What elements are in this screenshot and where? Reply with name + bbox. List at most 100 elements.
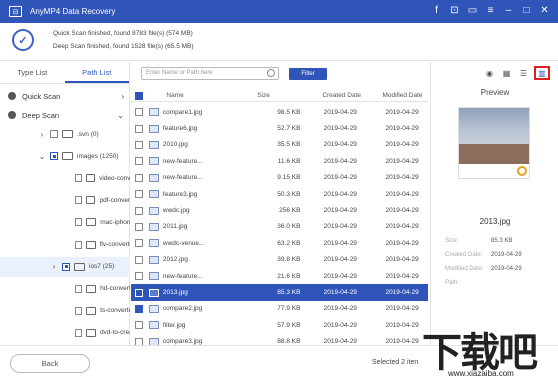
tree-folder-item[interactable]: mac-iphone xyxy=(0,212,130,232)
row-checkbox[interactable] xyxy=(134,140,143,149)
meta-created-label: Created Date: xyxy=(445,252,483,258)
chevron-right-icon[interactable]: › xyxy=(50,262,58,271)
row-checkbox[interactable] xyxy=(134,108,143,117)
quick-scan-row[interactable]: Quick Scan › xyxy=(0,86,130,106)
menu-icon[interactable]: ≡ xyxy=(483,4,498,18)
maximize-icon[interactable]: □ xyxy=(519,4,534,18)
close-icon[interactable]: ✕ xyxy=(537,4,552,18)
folder-icon xyxy=(86,328,96,337)
file-name: new-feature... xyxy=(162,174,203,182)
tree-folder-item[interactable]: dvd-to-creat xyxy=(0,323,130,343)
minimize-icon[interactable]: – xyxy=(501,4,516,18)
tree-folder-item[interactable]: hd-converte xyxy=(0,279,130,299)
tree-folder-item[interactable]: › .svn (0) xyxy=(0,124,130,144)
row-checkbox[interactable] xyxy=(134,157,143,166)
preview-view-icon[interactable]: ▥ xyxy=(534,66,550,80)
tab-type-list[interactable]: Type List xyxy=(0,62,65,83)
file-modified-date: 2019-04-29 xyxy=(385,157,419,165)
table-row[interactable]: 2012.jpg 39.8 KB 2019-04-29 2019-04-29 xyxy=(131,252,428,268)
zoom-icon[interactable] xyxy=(517,166,527,176)
watermark-url: www.xiazaiba.com xyxy=(448,369,514,378)
filter-button[interactable]: Filter xyxy=(289,68,327,80)
file-name: compare2.jpg xyxy=(162,305,203,313)
folder-checkbox[interactable] xyxy=(50,130,58,138)
folder-checkbox[interactable] xyxy=(74,240,82,249)
folder-checkbox[interactable] xyxy=(74,328,83,337)
header-created-date[interactable]: Created Date xyxy=(306,92,377,99)
file-size: 85.3 KB xyxy=(277,289,301,297)
folder-checkbox[interactable] xyxy=(74,174,82,183)
tree-folder-item[interactable]: ⌄ images (1250) xyxy=(0,146,130,166)
table-row[interactable]: feature6.jpg 52.7 KB 2019-04-29 2019-04-29 xyxy=(131,120,428,136)
search-icon[interactable] xyxy=(267,69,275,77)
row-checkbox[interactable] xyxy=(134,255,143,264)
list-view-icon[interactable]: ☰ xyxy=(517,67,530,79)
row-checkbox[interactable] xyxy=(134,206,143,215)
row-checkbox[interactable] xyxy=(134,272,143,281)
file-created-date: 2019-04-29 xyxy=(323,141,357,149)
file-created-date: 2019-04-29 xyxy=(323,272,357,280)
row-checkbox[interactable] xyxy=(134,321,143,330)
eye-icon[interactable]: ◉ xyxy=(483,67,496,79)
table-row[interactable]: compare1.jpg 98.5 KB 2019-04-29 2019-04-29 xyxy=(131,104,428,120)
tree-folder-item[interactable]: video-conver xyxy=(0,168,130,188)
tree-folder-item[interactable]: pdf-converte xyxy=(0,190,130,210)
folder-checkbox[interactable] xyxy=(50,152,58,161)
image-file-icon xyxy=(148,108,159,117)
file-created-date: 2019-04-29 xyxy=(323,207,357,215)
folder-checkbox[interactable] xyxy=(75,218,83,227)
row-checkbox[interactable] xyxy=(134,173,143,182)
file-name: 2012.jpg xyxy=(162,256,188,264)
chevron-down-icon[interactable]: ⌄ xyxy=(38,152,46,161)
row-checkbox[interactable] xyxy=(134,190,143,199)
back-button[interactable]: Back xyxy=(10,354,90,373)
tab-path-list[interactable]: Path List xyxy=(64,62,129,83)
file-size: 52.7 KB xyxy=(277,125,301,133)
row-checkbox[interactable] xyxy=(134,304,143,313)
folder-checkbox[interactable] xyxy=(74,306,83,315)
table-row[interactable]: new-feature... 21.6 KB 2019-04-29 2019-04-2… xyxy=(131,268,428,284)
grid-view-icon[interactable]: ▦ xyxy=(500,67,513,79)
chevron-right-icon[interactable]: › xyxy=(38,130,46,139)
header-size[interactable]: Size xyxy=(229,92,306,99)
table-row[interactable]: new-feature... 9.15 KB 2019-04-29 2019-04-2… xyxy=(131,170,428,186)
table-row[interactable]: 2010.jpg 35.5 KB 2019-04-29 2019-04-29 xyxy=(131,137,428,153)
search-input[interactable]: Enter Name or Path here xyxy=(141,67,279,80)
feedback-icon[interactable]: ⊡ xyxy=(447,4,462,18)
table-row[interactable]: wwdc-venue... 63.2 KB 2019-04-29 2019-04-29 xyxy=(131,235,428,251)
tree-folder-item[interactable]: › ios7 (25) xyxy=(0,256,130,277)
table-row[interactable]: wwdc.jpg 256 KB 2019-04-29 2019-04-29 xyxy=(131,202,428,218)
file-size: 35.5 KB xyxy=(277,141,301,149)
chat-icon[interactable]: ▭ xyxy=(465,4,480,18)
folder-checkbox[interactable] xyxy=(74,196,82,205)
radio-dot-icon xyxy=(8,111,16,119)
header-modified-date[interactable]: Modified Date xyxy=(377,92,428,99)
select-all-checkbox[interactable] xyxy=(134,91,143,100)
row-checkbox[interactable] xyxy=(134,288,143,297)
file-modified-date: 2019-04-29 xyxy=(385,190,419,198)
table-row[interactable]: feature3.jpg 50.3 KB 2019-04-29 2019-04-29 xyxy=(131,186,428,202)
table-row[interactable]: 2011.jpg 36.0 KB 2019-04-29 2019-04-29 xyxy=(131,219,428,235)
row-checkbox[interactable] xyxy=(134,222,143,231)
file-size: 39.8 KB xyxy=(277,256,301,264)
image-file-icon xyxy=(148,255,159,264)
header-name[interactable]: Name xyxy=(166,92,229,99)
folder-icon xyxy=(74,262,85,271)
facebook-icon[interactable]: f xyxy=(429,4,444,18)
table-row[interactable]: new-feature... 11.6 KB 2019-04-29 2019-04-2… xyxy=(131,153,428,169)
preview-title: Preview xyxy=(480,88,510,97)
folder-checkbox[interactable] xyxy=(74,284,83,293)
table-row[interactable]: 2013.jpg 85.3 KB 2019-04-29 2019-04-29 xyxy=(131,284,428,301)
folder-icon xyxy=(85,240,96,249)
tree-folder-item[interactable]: ts-converter xyxy=(0,301,130,321)
folder-label: pdf-converte xyxy=(99,196,131,204)
folder-icon xyxy=(62,152,73,161)
tree-folder-item[interactable]: flv-converter xyxy=(0,235,130,255)
table-row[interactable]: filter.jpg 57.9 KB 2019-04-29 2019-04-29 xyxy=(131,317,428,333)
folder-checkbox[interactable] xyxy=(62,262,70,271)
row-checkbox[interactable] xyxy=(134,239,143,248)
table-row[interactable]: compare2.jpg 77.9 KB 2019-04-29 2019-04-29 xyxy=(131,301,428,317)
deep-scan-row[interactable]: Deep Scan ⌄ xyxy=(0,105,130,125)
row-checkbox[interactable] xyxy=(134,124,143,133)
deep-scan-label: Deep Scan xyxy=(22,110,60,120)
